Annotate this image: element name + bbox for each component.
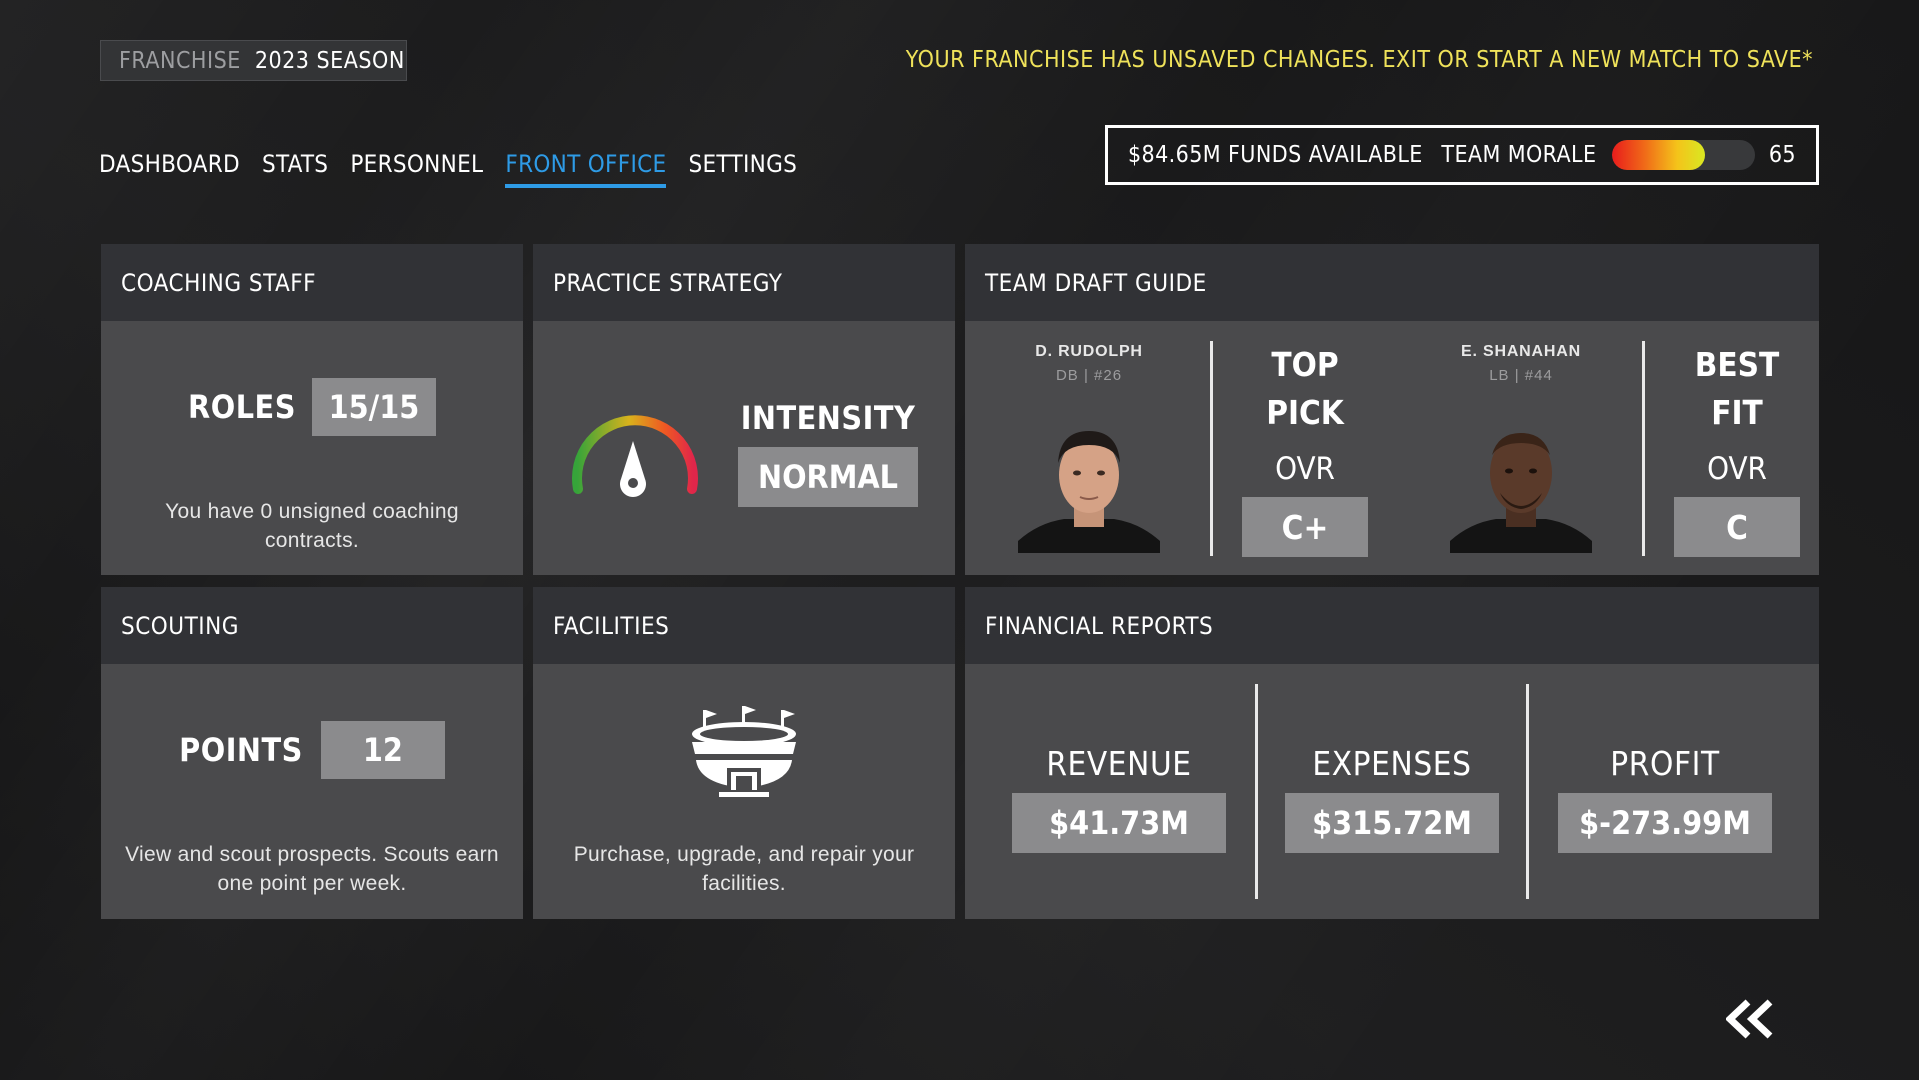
revenue-label: REVENUE bbox=[1046, 744, 1192, 783]
team-morale-label: TEAM MORALE bbox=[1441, 142, 1597, 168]
intensity-gauge-icon bbox=[572, 415, 698, 497]
franchise-status-bar: $84.65M FUNDS AVAILABLE TEAM MORALE 65 bbox=[1105, 125, 1819, 185]
finance-divider bbox=[1526, 684, 1529, 899]
funds-available: $84.65M FUNDS AVAILABLE bbox=[1128, 142, 1423, 168]
draft-divider bbox=[1210, 341, 1213, 556]
coaching-description: You have 0 unsigned coaching contracts. bbox=[165, 500, 459, 552]
draft-divider bbox=[1642, 341, 1645, 556]
double-chevron-left-icon[interactable] bbox=[1726, 998, 1778, 1040]
roles-label: ROLES bbox=[188, 388, 296, 426]
ovr-grade: C bbox=[1674, 497, 1800, 557]
season-label: 2023 SEASON bbox=[254, 47, 405, 74]
player-position-number: LB | #44 bbox=[1489, 367, 1553, 384]
tab-stats[interactable]: STATS bbox=[262, 150, 328, 188]
tab-front-office[interactable]: FRONT OFFICE bbox=[505, 150, 667, 188]
team-draft-guide-card[interactable]: TEAM DRAFT GUIDE D. RUDOLPH DB | #26 TOP… bbox=[965, 244, 1819, 575]
team-morale-fill bbox=[1612, 140, 1706, 170]
tab-personnel[interactable]: PERSONNEL bbox=[350, 150, 483, 188]
pick-label-line1: TOP bbox=[1271, 345, 1339, 384]
points-label: POINTS bbox=[179, 731, 303, 769]
practice-strategy-card[interactable]: PRACTICE STRATEGY INTENSITY NORMAL bbox=[533, 244, 955, 575]
pick-label-line2: PICK bbox=[1266, 393, 1344, 432]
expenses-stat: EXPENSES $315.72M bbox=[1285, 744, 1499, 853]
ovr-grade: C+ bbox=[1242, 497, 1368, 557]
coaching-staff-card[interactable]: COACHING STAFF ROLES 15/15 You have 0 un… bbox=[101, 244, 523, 575]
facilities-description: Purchase, upgrade, and repair your facil… bbox=[573, 843, 915, 895]
card-title: COACHING STAFF bbox=[101, 244, 523, 321]
player-portrait bbox=[1018, 431, 1160, 553]
points-value: 12 bbox=[320, 721, 445, 779]
facilities-card[interactable]: FACILITIES Purchase, upgrade, and repair… bbox=[533, 587, 955, 919]
stadium-icon bbox=[692, 706, 796, 797]
pick-label-line2: FIT bbox=[1711, 393, 1763, 432]
ovr-label: OVR bbox=[1275, 451, 1335, 487]
draft-player-best-fit: E. SHANAHAN LB | #44 bbox=[1421, 343, 1621, 384]
expenses-value: $315.72M bbox=[1285, 793, 1499, 853]
pick-label-line1: BEST bbox=[1694, 345, 1780, 384]
draft-player-top-pick: D. RUDOLPH DB | #26 bbox=[989, 343, 1189, 384]
team-morale-bar bbox=[1612, 140, 1755, 170]
mode-label: FRANCHISE bbox=[119, 47, 241, 74]
player-name: E. SHANAHAN bbox=[1461, 343, 1581, 360]
player-position-number: DB | #26 bbox=[1055, 367, 1123, 384]
finance-divider bbox=[1255, 684, 1258, 899]
financial-reports-card[interactable]: FINANCIAL REPORTS REVENUE $41.73M EXPENS… bbox=[965, 587, 1819, 919]
profit-stat: PROFIT $-273.99M bbox=[1558, 744, 1772, 853]
expenses-label: EXPENSES bbox=[1312, 744, 1472, 783]
scouting-description: View and scout prospects. Scouts earn on… bbox=[125, 843, 499, 895]
card-title: SCOUTING bbox=[101, 587, 523, 664]
profit-label: PROFIT bbox=[1610, 744, 1720, 783]
season-indicator: FRANCHISE 2023 SEASON bbox=[100, 40, 407, 81]
player-portrait bbox=[1450, 433, 1592, 553]
profit-value: $-273.99M bbox=[1558, 793, 1772, 853]
card-title: TEAM DRAFT GUIDE bbox=[965, 244, 1819, 321]
player-name: D. RUDOLPH bbox=[1035, 343, 1143, 360]
team-morale-value: 65 bbox=[1768, 142, 1796, 168]
revenue-value: $41.73M bbox=[1012, 793, 1226, 853]
card-title: PRACTICE STRATEGY bbox=[533, 244, 955, 321]
roles-value: 15/15 bbox=[311, 378, 436, 436]
scouting-card[interactable]: SCOUTING POINTS 12 View and scout prospe… bbox=[101, 587, 523, 919]
main-nav: DASHBOARD STATS PERSONNEL FRONT OFFICE S… bbox=[99, 150, 797, 188]
ovr-label: OVR bbox=[1707, 451, 1767, 487]
card-title: FACILITIES bbox=[533, 587, 955, 664]
card-title: FINANCIAL REPORTS bbox=[965, 587, 1819, 664]
unsaved-changes-notice: YOUR FRANCHISE HAS UNSAVED CHANGES. EXIT… bbox=[905, 47, 1813, 73]
tab-settings[interactable]: SETTINGS bbox=[688, 150, 797, 188]
intensity-value: NORMAL bbox=[738, 447, 918, 507]
intensity-label: INTENSITY bbox=[740, 399, 916, 437]
tab-dashboard[interactable]: DASHBOARD bbox=[99, 150, 240, 188]
revenue-stat: REVENUE $41.73M bbox=[1012, 744, 1226, 853]
